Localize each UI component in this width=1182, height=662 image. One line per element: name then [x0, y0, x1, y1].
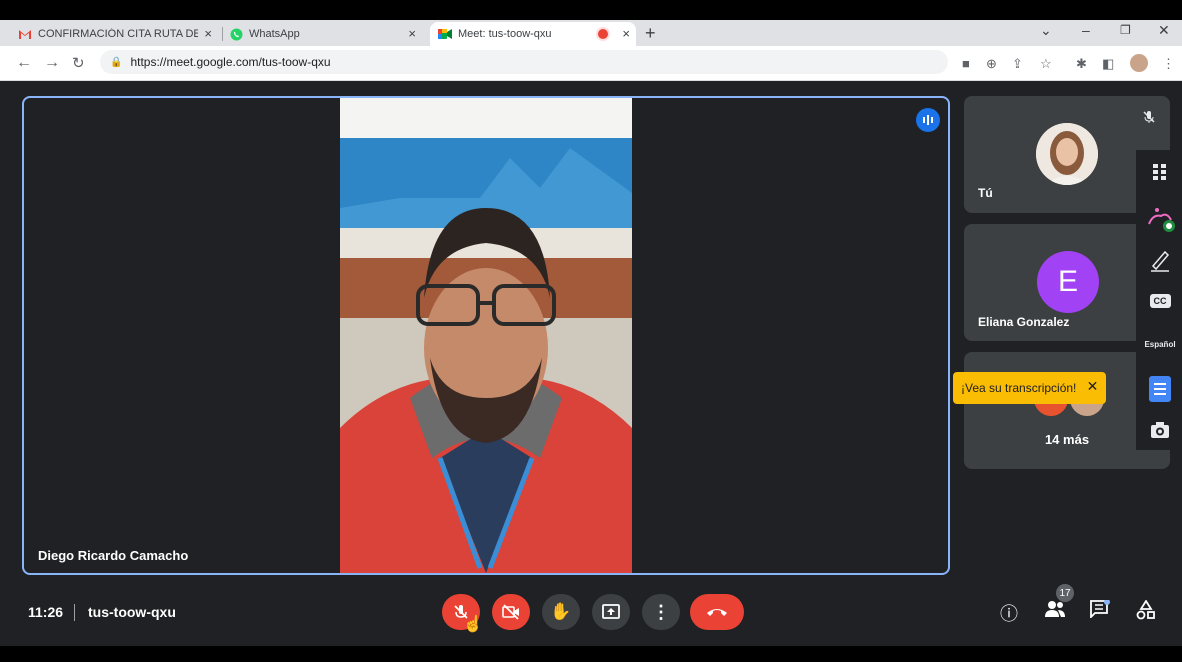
- more-vert-icon: ⋮: [652, 601, 670, 622]
- window-close-icon[interactable]: ✕: [1158, 22, 1170, 39]
- effects-icon[interactable]: [1145, 204, 1175, 234]
- people-count-badge: 17: [1056, 584, 1074, 602]
- camera-toggle-button[interactable]: [492, 594, 530, 630]
- mouse-cursor-icon: ☝: [463, 616, 483, 633]
- self-avatar: [1036, 123, 1098, 185]
- profile-avatar[interactable]: [1130, 54, 1148, 72]
- meet-icon: [438, 29, 452, 39]
- zoom-icon[interactable]: ⊕: [986, 56, 997, 72]
- share-icon[interactable]: ⇪: [1012, 56, 1023, 72]
- new-tab-button[interactable]: +: [645, 23, 656, 44]
- caption-language-label[interactable]: Español: [1144, 340, 1176, 349]
- tab-meet[interactable]: Meet: tus-toow-qxu ×: [430, 22, 636, 46]
- hang-up-icon: [707, 609, 727, 616]
- more-options-button[interactable]: ⋮: [642, 594, 680, 630]
- caption-language-text: Español: [1144, 340, 1176, 349]
- transcript-tooltip-text: ¡Vea su transcripción!: [961, 381, 1077, 395]
- transcript-icon[interactable]: [1145, 376, 1175, 402]
- reload-icon[interactable]: ↻: [72, 54, 85, 72]
- side-panel-icon[interactable]: ◧: [1102, 56, 1114, 72]
- muted-mic-icon: [1142, 110, 1156, 127]
- meeting-clock: 11:26: [28, 604, 64, 620]
- captions-label: CC: [1149, 294, 1171, 308]
- screenshot-camera-icon[interactable]: [1145, 421, 1175, 439]
- present-screen-button[interactable]: [592, 594, 630, 630]
- activities-grid-icon[interactable]: [1145, 163, 1175, 181]
- extensions-icon[interactable]: ✱: [1076, 56, 1087, 72]
- browser-menu-icon[interactable]: ⋮: [1162, 56, 1175, 72]
- minimize-icon[interactable]: –: [1082, 22, 1090, 38]
- tab-close-icon[interactable]: ×: [408, 26, 416, 41]
- participant-avatar: E: [1037, 251, 1099, 313]
- meeting-info-icon[interactable]: ⓘ: [1000, 600, 1018, 626]
- end-call-button[interactable]: [690, 594, 744, 630]
- tab-close-icon[interactable]: ×: [622, 26, 630, 41]
- raise-hand-icon: ✋: [550, 602, 572, 621]
- activities-icon[interactable]: [1136, 599, 1156, 625]
- raise-hand-button[interactable]: ✋: [542, 594, 580, 630]
- main-video-tile[interactable]: Diego Ricardo Camacho: [22, 96, 950, 575]
- speaker-video: [340, 98, 632, 573]
- tab-gmail-label: CONFIRMACIÓN CITA RUTA DE E: [38, 28, 198, 40]
- clock-divider: [74, 604, 75, 621]
- tab-search-chevron-icon[interactable]: ⌄: [1040, 22, 1052, 39]
- back-icon[interactable]: ←: [16, 54, 32, 72]
- bookmark-star-icon[interactable]: ☆: [1040, 56, 1052, 72]
- meeting-control-bar: 11:26 tus-toow-qxu ☝ ✋ ⋮ ⓘ 17: [0, 580, 1182, 646]
- tab-meet-label: Meet: tus-toow-qxu: [458, 28, 552, 40]
- tab-whatsapp-label: WhatsApp: [249, 28, 300, 40]
- whiteboard-pen-icon[interactable]: [1145, 248, 1175, 272]
- url-text: https://meet.google.com/tus-toow-qxu: [130, 55, 331, 69]
- camera-permission-icon[interactable]: ■: [962, 56, 970, 71]
- transcript-tooltip[interactable]: ¡Vea su transcripción! ✕: [953, 372, 1107, 404]
- captions-icon[interactable]: CC: [1145, 294, 1175, 308]
- tab-separator: [222, 27, 223, 41]
- browser-tab-strip: CONFIRMACIÓN CITA RUTA DE E × WhatsApp ×…: [0, 20, 1182, 46]
- tooltip-close-icon[interactable]: ✕: [1087, 378, 1099, 395]
- tab-gmail[interactable]: CONFIRMACIÓN CITA RUTA DE E ×: [18, 22, 218, 46]
- lock-icon: 🔒: [110, 56, 123, 68]
- tab-close-icon[interactable]: ×: [204, 26, 212, 41]
- speaking-indicator-icon: [916, 108, 940, 132]
- forward-icon[interactable]: →: [44, 54, 60, 72]
- restore-icon[interactable]: ❐: [1120, 23, 1131, 37]
- present-icon: [602, 604, 620, 619]
- participant-name-eliana: Eliana Gonzalez: [978, 315, 1070, 329]
- chat-icon[interactable]: [1090, 599, 1110, 623]
- recording-dot-icon: [598, 29, 608, 39]
- screen-bottom-bar: [0, 646, 1182, 662]
- people-icon[interactable]: [1044, 600, 1066, 623]
- address-bar-row: ← → ↻ 🔒 https://meet.google.com/tus-toow…: [0, 46, 1182, 81]
- participant-name-self: Tú: [978, 186, 993, 200]
- screen-top-bar: [0, 0, 1182, 20]
- url-field[interactable]: 🔒 https://meet.google.com/tus-toow-qxu: [100, 50, 948, 74]
- gmail-icon: [19, 30, 31, 39]
- tab-whatsapp[interactable]: WhatsApp ×: [230, 22, 426, 46]
- camera-off-icon: [502, 604, 519, 620]
- whatsapp-icon: [230, 28, 243, 40]
- main-speaker-name: Diego Ricardo Camacho: [38, 548, 189, 563]
- meeting-code: tus-toow-qxu: [88, 604, 176, 620]
